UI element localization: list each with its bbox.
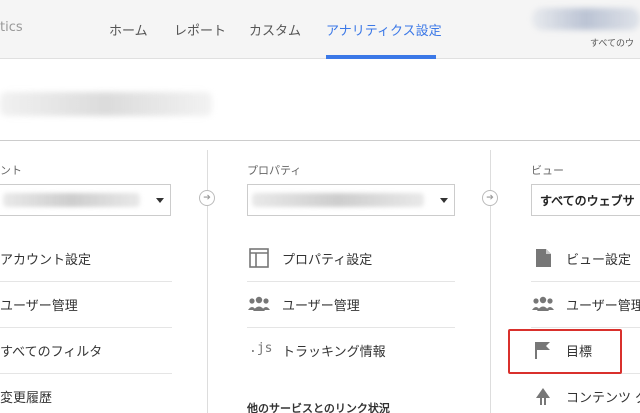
menu-item-label: すべてのフィルタ xyxy=(0,345,103,360)
menu-item-label: トラッキング情報 xyxy=(282,345,386,360)
js-icon: .js xyxy=(249,341,273,356)
property-select-value-redacted xyxy=(252,193,424,207)
menu-item-view-settings[interactable]: ビュー設定 xyxy=(531,236,640,282)
page-title-redacted xyxy=(0,92,212,116)
tab-reports[interactable]: レポート xyxy=(174,20,226,39)
menu-item-property-settings[interactable]: プロパティ設定 xyxy=(247,236,455,282)
linked-services-heading: 他のサービスとのリンク状況 xyxy=(247,402,390,413)
brand-name: tics xyxy=(0,20,23,35)
arrow-right-icon: ➔ xyxy=(482,190,498,206)
property-settings-icon xyxy=(249,248,269,268)
users-icon xyxy=(248,296,270,311)
account-subtext: すべてのウ xyxy=(590,39,635,49)
menu-item-all-filters[interactable]: すべてのフィルタ xyxy=(0,328,172,374)
menu-item-label: ユーザー管理 xyxy=(566,299,640,314)
tab-home[interactable]: ホーム xyxy=(109,20,148,39)
property-select[interactable] xyxy=(247,184,455,216)
menu-item-content-grouping[interactable]: コンテンツ グ xyxy=(531,374,640,413)
menu-item-label: 変更履歴 xyxy=(0,391,53,406)
menu-item-label: アカウント設定 xyxy=(0,253,92,268)
account-select-value-redacted xyxy=(3,193,140,207)
account-name-redacted[interactable] xyxy=(532,8,640,30)
menu-item-view-user-management[interactable]: ユーザー管理 xyxy=(531,282,640,328)
menu-item-label: ビュー設定 xyxy=(566,253,632,268)
chevron-down-icon xyxy=(156,198,164,203)
chevron-down-icon xyxy=(440,198,448,203)
tab-custom[interactable]: カスタム xyxy=(249,20,301,39)
account-select[interactable] xyxy=(0,184,171,216)
content-grouping-icon xyxy=(536,388,550,405)
menu-item-property-user-management[interactable]: ユーザー管理 xyxy=(247,282,455,328)
users-icon xyxy=(532,296,554,311)
property-column-label: プロパティ xyxy=(247,164,302,177)
menu-item-label: ユーザー管理 xyxy=(0,299,78,314)
menu-item-account-user-management[interactable]: ユーザー管理 xyxy=(0,282,172,328)
arrow-right-icon: ➔ xyxy=(199,190,215,206)
active-tab-indicator xyxy=(326,55,436,59)
document-icon xyxy=(536,249,551,267)
tab-analytics-settings[interactable]: アナリティクス設定 xyxy=(326,20,442,39)
top-nav: tics ホーム レポート カスタム アナリティクス設定 すべてのウ xyxy=(0,0,640,59)
view-select[interactable]: すべてのウェブサ xyxy=(531,184,640,216)
divider xyxy=(0,140,640,141)
menu-item-label: プロパティ設定 xyxy=(282,253,373,268)
menu-item-tracking-info[interactable]: .js トラッキング情報 xyxy=(247,328,455,374)
menu-item-change-history[interactable]: 変更履歴 xyxy=(0,374,172,413)
menu-item-label: コンテンツ グ xyxy=(566,391,640,406)
highlight-box xyxy=(508,329,622,374)
view-select-value: すべてのウェブサ xyxy=(540,194,635,208)
account-column-label: ント xyxy=(0,164,22,177)
view-column-label: ビュー xyxy=(531,164,564,177)
menu-item-label: ユーザー管理 xyxy=(282,299,360,314)
menu-item-account-settings[interactable]: アカウント設定 xyxy=(0,236,172,282)
